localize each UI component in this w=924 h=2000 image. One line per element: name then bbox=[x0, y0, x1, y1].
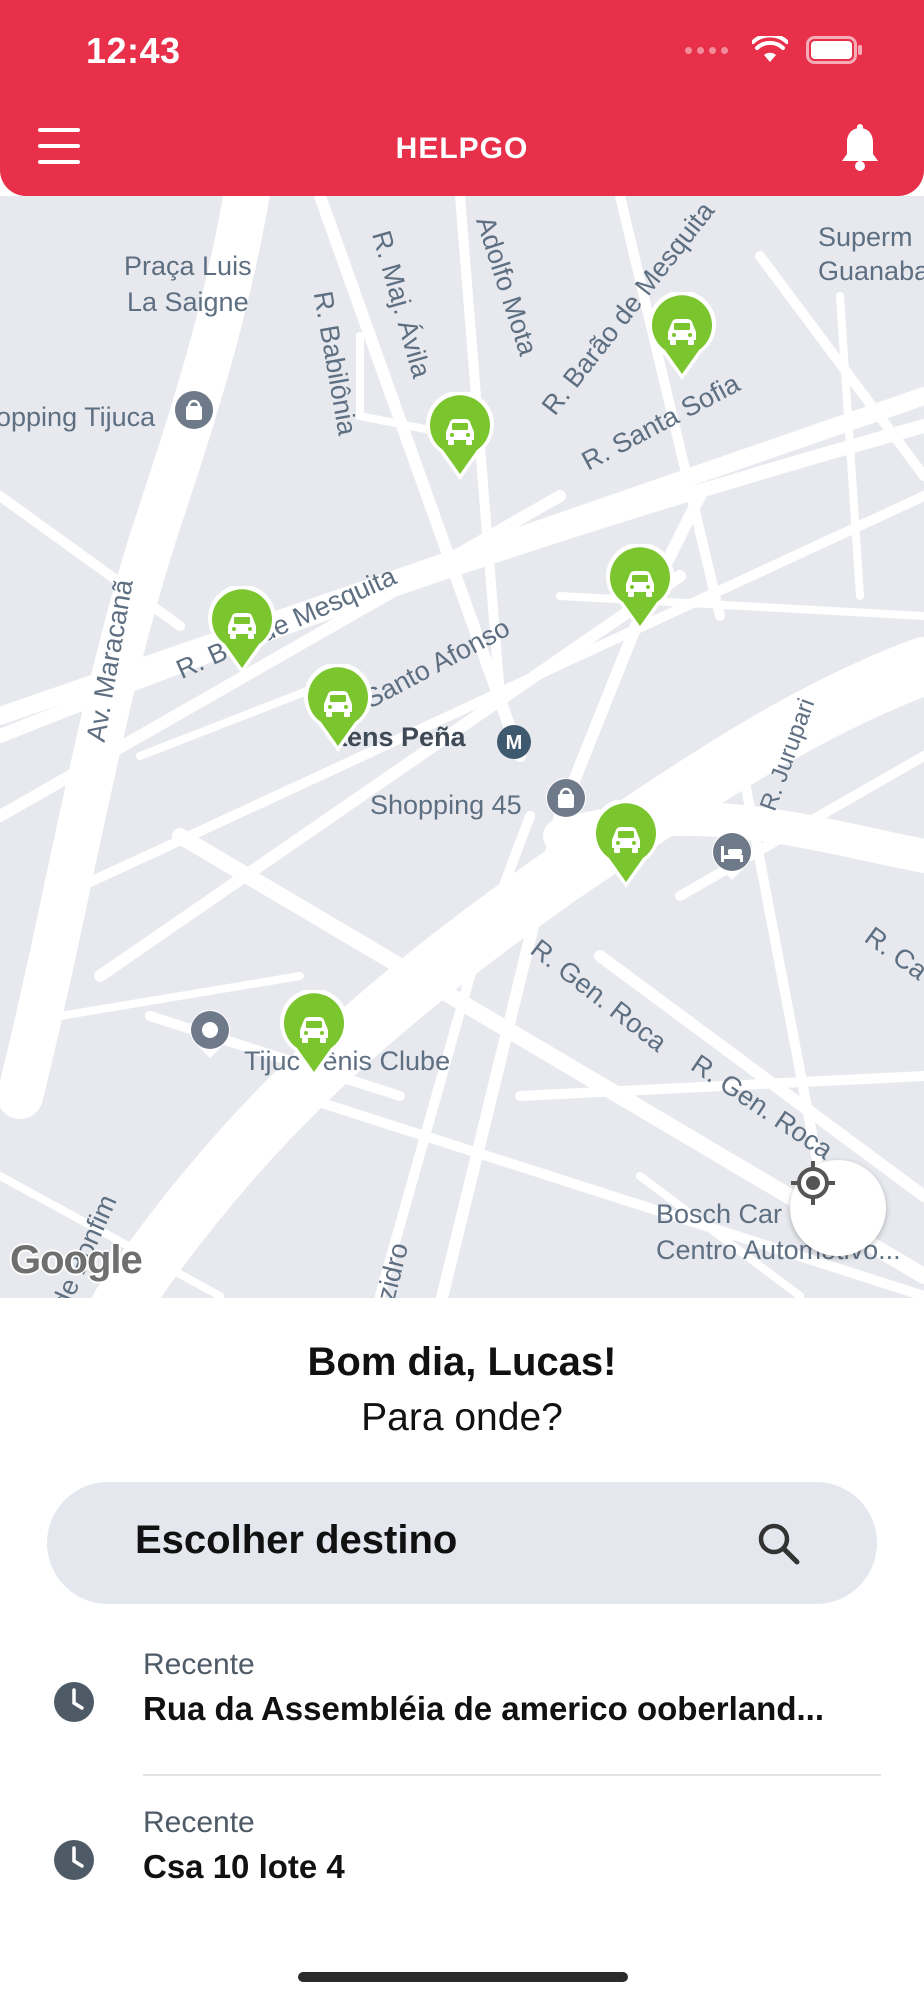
shopping-bag-icon[interactable] bbox=[544, 776, 588, 828]
map-label-praca: Praça Luis La Saigne bbox=[124, 251, 252, 317]
signal-icon bbox=[685, 46, 728, 54]
clock-icon bbox=[54, 1840, 94, 1880]
place-icon[interactable] bbox=[188, 1008, 232, 1060]
car-pin-icon[interactable] bbox=[646, 292, 718, 384]
map-view[interactable]: Praça Luis La Saigne Superm Guanabara R.… bbox=[0, 196, 924, 1298]
car-pin-icon[interactable] bbox=[604, 544, 676, 636]
map-label-supermercado: Superm Guanabara bbox=[818, 222, 924, 286]
map-label-shopping-tijuca: opping Tijuca bbox=[0, 402, 156, 432]
car-pin-icon[interactable] bbox=[424, 392, 496, 484]
clock-icon bbox=[54, 1682, 94, 1722]
recent-destination-item[interactable]: Recente Rua da Assembléia de americo oob… bbox=[0, 1636, 924, 1776]
greeting-title: Bom dia, Lucas! bbox=[307, 1340, 617, 1384]
my-location-button[interactable] bbox=[790, 1160, 886, 1256]
battery-icon bbox=[806, 36, 862, 64]
search-label: Escolher destino bbox=[135, 1518, 458, 1562]
recent-address: Rua da Assembléia de americo ooberland..… bbox=[143, 1690, 824, 1727]
car-pin-icon[interactable] bbox=[590, 800, 662, 892]
search-icon bbox=[758, 1523, 800, 1565]
recent-label: Recente bbox=[143, 1648, 255, 1681]
status-icons bbox=[685, 36, 864, 64]
car-pin-icon[interactable] bbox=[278, 990, 350, 1082]
shopping-bag-icon[interactable] bbox=[172, 388, 216, 440]
destination-question: Para onde? bbox=[361, 1396, 563, 1439]
car-pin-icon[interactable] bbox=[302, 664, 374, 756]
google-logo: Google bbox=[10, 1238, 143, 1282]
map-label-shopping-45: Shopping 45 bbox=[370, 790, 522, 820]
crosshair-icon bbox=[791, 1161, 835, 1205]
hotel-icon[interactable] bbox=[710, 830, 754, 882]
recent-label: Recente bbox=[143, 1806, 255, 1839]
status-time: 12:43 bbox=[86, 30, 181, 71]
metro-icon[interactable]: M bbox=[496, 724, 532, 760]
app-header: 12:43 HELPGO bbox=[0, 0, 924, 196]
svg-text:M: M bbox=[506, 732, 523, 754]
car-pin-icon[interactable] bbox=[206, 586, 278, 678]
app-title: HELPGO bbox=[395, 132, 529, 165]
destination-search-button[interactable]: Escolher destino bbox=[47, 1482, 877, 1604]
home-indicator bbox=[298, 1972, 628, 1982]
list-divider bbox=[143, 1774, 881, 1776]
recent-destination-item[interactable]: Recente Csa 10 lote 4 bbox=[0, 1794, 924, 1934]
wifi-icon bbox=[752, 36, 788, 62]
recent-address: Csa 10 lote 4 bbox=[143, 1848, 345, 1885]
bell-icon[interactable] bbox=[838, 124, 882, 172]
